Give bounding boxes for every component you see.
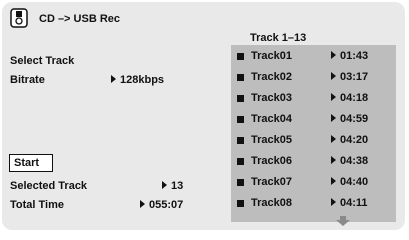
- track-name: Track04: [251, 113, 292, 125]
- stop-square-icon: [237, 137, 244, 144]
- triangle-right-icon: [162, 181, 167, 189]
- track-time: 03:17: [331, 71, 368, 83]
- track-row[interactable]: Track07 04:40: [236, 175, 394, 193]
- bitrate-value[interactable]: 128kbps: [111, 74, 164, 86]
- stop-square-icon: [237, 200, 244, 207]
- stop-square-icon: [237, 74, 244, 81]
- stop-square-icon: [237, 179, 244, 186]
- track-time: 04:18: [331, 92, 368, 104]
- track-row[interactable]: Track06 04:38: [236, 154, 394, 172]
- track-range-header: Track 1–13: [250, 32, 307, 44]
- track-time-text: 04:11: [340, 197, 368, 209]
- triangle-right-icon: [331, 51, 336, 59]
- track-name: Track02: [251, 71, 292, 83]
- track-time-text: 04:20: [340, 134, 369, 146]
- track-name: Track01: [251, 50, 292, 62]
- track-row[interactable]: Track02 03:17: [236, 70, 394, 88]
- page-title: CD –> USB Rec: [39, 13, 121, 25]
- triangle-right-icon: [331, 156, 336, 164]
- track-name: Track07: [251, 176, 292, 188]
- track-time-text: 04:59: [340, 113, 369, 125]
- triangle-right-icon: [331, 72, 336, 80]
- triangle-right-icon: [111, 75, 116, 83]
- triangle-right-icon: [331, 177, 336, 185]
- track-row[interactable]: Track05 04:20: [236, 133, 394, 151]
- stop-square-icon: [237, 95, 244, 102]
- track-time-text: 04:40: [340, 176, 369, 188]
- stop-square-icon: [237, 53, 244, 60]
- track-name: Track03: [251, 92, 292, 104]
- track-time: 04:59: [331, 113, 368, 125]
- triangle-right-icon: [331, 114, 336, 122]
- stop-square-icon: [237, 116, 244, 123]
- bitrate-value-text: 128kbps: [120, 74, 165, 86]
- start-button[interactable]: Start: [9, 154, 53, 172]
- selected-track-label: Selected Track: [10, 180, 88, 192]
- triangle-right-icon: [331, 135, 336, 143]
- track-name: Track08: [251, 197, 292, 209]
- track-time-text: 04:38: [340, 155, 369, 167]
- usb-disc-icon: [10, 8, 28, 28]
- track-name: Track05: [251, 134, 292, 146]
- triangle-right-icon: [331, 93, 336, 101]
- track-row[interactable]: Track01 01:43: [236, 49, 394, 67]
- triangle-right-icon: [331, 198, 336, 206]
- arrow-down-icon[interactable]: [336, 216, 350, 226]
- track-time: 04:40: [331, 176, 368, 188]
- track-name: Track06: [251, 155, 292, 167]
- total-time-value: 055:07: [140, 199, 183, 211]
- selected-track-value-text: 13: [171, 180, 184, 192]
- selected-track-value: 13: [162, 180, 183, 192]
- total-time-value-text: 055:07: [149, 199, 184, 211]
- track-time: 04:20: [331, 134, 368, 146]
- track-time: 04:38: [331, 155, 368, 167]
- stop-square-icon: [237, 158, 244, 165]
- total-time-label: Total Time: [10, 199, 64, 211]
- select-track-label[interactable]: Select Track: [10, 55, 74, 67]
- triangle-right-icon: [140, 200, 145, 208]
- track-row[interactable]: Track03 04:18: [236, 91, 394, 109]
- track-time: 01:43: [331, 50, 368, 62]
- track-time-text: 01:43: [340, 50, 369, 62]
- track-time-text: 04:18: [340, 92, 369, 104]
- track-time-text: 03:17: [340, 71, 369, 83]
- track-row[interactable]: Track08 04:11: [236, 196, 394, 214]
- track-row[interactable]: Track04 04:59: [236, 112, 394, 130]
- track-time: 04:11: [331, 197, 368, 209]
- bitrate-label: Bitrate: [10, 74, 45, 86]
